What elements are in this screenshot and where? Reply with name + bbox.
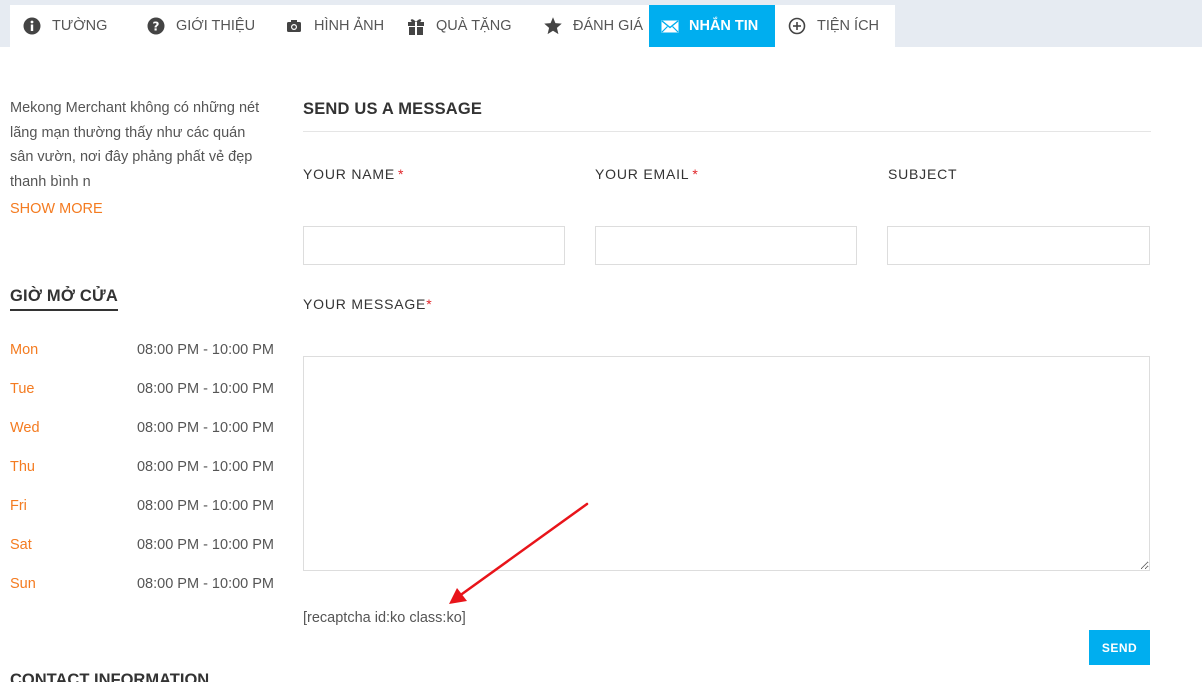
hours-row: Wed 08:00 PM - 10:00 PM	[10, 418, 274, 457]
tab-label: GIỚI THIỆU	[176, 18, 256, 34]
hours-row: Sun 08:00 PM - 10:00 PM	[10, 574, 274, 613]
required-mark: *	[426, 296, 433, 312]
hours-time: 08:00 PM - 10:00 PM	[136, 381, 274, 397]
hours-row: Fri 08:00 PM - 10:00 PM	[10, 496, 274, 535]
gift-icon	[406, 16, 426, 36]
email-label: YOUR EMAIL *	[595, 166, 699, 182]
contact-information-title: CONTACT INFORMATION	[10, 671, 210, 682]
hours-day: Wed	[10, 420, 40, 436]
tab-message[interactable]: NHẮN TIN	[649, 5, 775, 47]
name-input[interactable]	[303, 226, 565, 265]
name-label: YOUR NAME *	[303, 166, 404, 182]
form-title: SEND US A MESSAGE	[303, 100, 483, 118]
hours-day: Sun	[10, 576, 36, 592]
tab-wall[interactable]: TƯỜNG	[10, 5, 134, 47]
plus-circle-icon	[787, 16, 807, 36]
hours-row: Tue 08:00 PM - 10:00 PM	[10, 379, 274, 418]
tab-label: TIỆN ÍCH	[817, 18, 880, 34]
hours-time: 08:00 PM - 10:00 PM	[136, 342, 274, 358]
tab-photos[interactable]: HÌNH ẢNH	[272, 5, 394, 47]
about-text: Mekong Merchant không có những nét lãng …	[10, 100, 260, 190]
hours-row: Sat 08:00 PM - 10:00 PM	[10, 535, 274, 574]
hours-day: Tue	[10, 381, 35, 397]
subject-input[interactable]	[887, 226, 1150, 265]
hours-time: 08:00 PM - 10:00 PM	[136, 537, 274, 553]
question-icon: ?	[146, 16, 166, 36]
required-mark: *	[692, 166, 699, 182]
svg-text:?: ?	[153, 20, 160, 34]
hours-day: Fri	[10, 498, 27, 514]
message-textarea[interactable]	[303, 356, 1150, 571]
hours-time: 08:00 PM - 10:00 PM	[136, 459, 274, 475]
opening-hours-list: Mon 08:00 PM - 10:00 PM Tue 08:00 PM - 10:…	[10, 340, 274, 613]
email-label-text: YOUR EMAIL	[595, 166, 690, 182]
profile-tabs: TƯỜNG ? GIỚI THIỆU HÌNH ẢNH QUÀ TẶNG ĐÁN…	[10, 5, 895, 47]
required-mark: *	[398, 166, 405, 182]
hours-time: 08:00 PM - 10:00 PM	[136, 420, 274, 436]
send-button[interactable]: SEND	[1089, 630, 1150, 665]
tab-reviews[interactable]: ĐÁNH GIÁ	[531, 5, 649, 47]
opening-hours-title: GIỜ MỞ CỬA	[10, 287, 119, 311]
message-label-text: YOUR MESSAGE	[303, 296, 427, 312]
subject-label-text: SUBJECT	[888, 166, 958, 182]
camera-icon	[284, 16, 304, 36]
hours-time: 08:00 PM - 10:00 PM	[136, 498, 274, 514]
hours-day: Thu	[10, 459, 35, 475]
show-more-link[interactable]: SHOW MORE	[10, 201, 103, 217]
message-label: YOUR MESSAGE*	[303, 296, 432, 312]
hours-day: Sat	[10, 537, 32, 553]
envelope-icon	[661, 16, 679, 36]
hours-row: Thu 08:00 PM - 10:00 PM	[10, 457, 274, 496]
recaptcha-shortcode: [recaptcha id:ko class:ko]	[303, 610, 466, 626]
tab-gifts[interactable]: QUÀ TẶNG	[394, 5, 531, 47]
subject-label: SUBJECT	[888, 166, 957, 182]
tab-label: ĐÁNH GIÁ	[573, 18, 644, 34]
name-label-text: YOUR NAME	[303, 166, 395, 182]
hours-row: Mon 08:00 PM - 10:00 PM	[10, 340, 274, 379]
tab-amenities[interactable]: TIỆN ÍCH	[775, 5, 895, 47]
tab-about[interactable]: ? GIỚI THIỆU	[134, 5, 272, 47]
form-title-divider	[303, 131, 1151, 132]
tab-label: TƯỜNG	[52, 18, 108, 34]
hours-day: Mon	[10, 342, 39, 358]
email-input[interactable]	[595, 226, 857, 265]
tab-label: HÌNH ẢNH	[314, 18, 385, 34]
hours-time: 08:00 PM - 10:00 PM	[136, 576, 274, 592]
star-icon	[543, 16, 563, 36]
sidebar: Mekong Merchant không có những nét lãng …	[10, 96, 280, 194]
info-icon	[22, 16, 42, 36]
tab-label: QUÀ TẶNG	[436, 18, 512, 34]
tab-label: NHẮN TIN	[689, 18, 759, 34]
tab-bar-background: TƯỜNG ? GIỚI THIỆU HÌNH ẢNH QUÀ TẶNG ĐÁN…	[0, 0, 1202, 47]
